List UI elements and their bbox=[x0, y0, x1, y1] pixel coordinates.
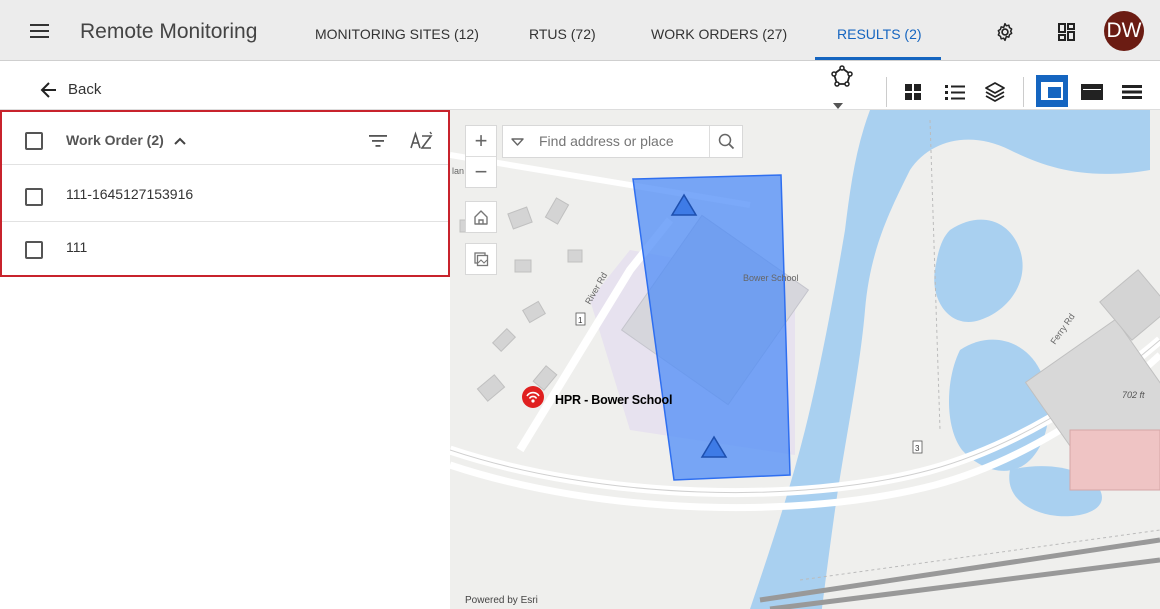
gear-icon[interactable] bbox=[995, 22, 1015, 42]
list-item-label: 111-1645127153916 bbox=[66, 186, 194, 202]
search-button[interactable] bbox=[709, 126, 743, 157]
filter-icon[interactable] bbox=[368, 134, 388, 148]
chevron-up-icon[interactable] bbox=[173, 137, 186, 146]
list-item[interactable]: 111 bbox=[2, 222, 448, 274]
map-layout-icon[interactable] bbox=[1081, 84, 1103, 100]
active-tab-indicator bbox=[815, 57, 941, 60]
grid-view-icon[interactable] bbox=[904, 83, 922, 101]
list-view-icon[interactable] bbox=[944, 83, 966, 101]
toolbar-divider bbox=[1023, 77, 1024, 107]
basemap-gallery-button[interactable] bbox=[465, 243, 497, 275]
app-header: Remote Monitoring MONITORING SITES (12) … bbox=[0, 0, 1160, 61]
site-marker-label[interactable]: HPR - Bower School bbox=[555, 393, 672, 407]
row-checkbox[interactable] bbox=[25, 241, 43, 259]
layers-icon[interactable] bbox=[984, 81, 1006, 103]
draw-polygon-icon[interactable] bbox=[830, 65, 854, 89]
table-layout-icon[interactable] bbox=[1121, 84, 1143, 100]
list-header: Work Order (2) bbox=[2, 112, 448, 165]
site-marker bbox=[522, 386, 544, 408]
dashboard-icon[interactable] bbox=[1057, 22, 1077, 42]
list-header-label: Work Order (2) bbox=[66, 132, 164, 148]
basemap: Bower School River Rd Ferry Rd 702 ft 1 … bbox=[450, 110, 1160, 609]
search-icon bbox=[718, 133, 735, 150]
row-checkbox[interactable] bbox=[25, 188, 43, 206]
results-panel: Work Order (2) 111-1645127153916 111 bbox=[0, 110, 450, 609]
zoom-out-button[interactable]: − bbox=[466, 157, 496, 187]
map-label-elevation: 702 ft bbox=[1122, 390, 1145, 400]
app-title: Remote Monitoring bbox=[80, 20, 258, 43]
back-label: Back bbox=[68, 81, 102, 98]
sort-az-icon[interactable] bbox=[410, 131, 434, 151]
zoom-in-button[interactable]: + bbox=[466, 126, 496, 157]
split-layout-button[interactable] bbox=[1036, 75, 1068, 107]
work-order-list: Work Order (2) 111-1645127153916 111 bbox=[0, 110, 450, 277]
select-all-checkbox[interactable] bbox=[25, 132, 43, 150]
map-label-route-3: 3 bbox=[915, 444, 920, 453]
map-label-school: Bower School bbox=[743, 273, 799, 283]
tab-work-orders[interactable]: WORK ORDERS (27) bbox=[651, 26, 787, 42]
home-icon bbox=[474, 210, 488, 225]
toolbar: Back bbox=[0, 61, 1160, 110]
basemap-gallery-icon bbox=[474, 252, 489, 267]
map-attribution: Powered by Esri bbox=[465, 595, 538, 606]
dropdown-caret-icon[interactable] bbox=[833, 103, 843, 109]
tab-monitoring-sites[interactable]: MONITORING SITES (12) bbox=[315, 26, 479, 42]
split-layout-icon bbox=[1041, 82, 1063, 100]
search-input[interactable] bbox=[539, 132, 701, 150]
arrow-left-icon bbox=[40, 82, 56, 98]
menu-icon[interactable] bbox=[30, 24, 49, 38]
list-item-label: 111 bbox=[66, 239, 88, 255]
search-source-dropdown-icon[interactable] bbox=[503, 126, 531, 157]
toolbar-divider bbox=[886, 77, 887, 107]
map-label-lane: lan bbox=[452, 166, 464, 176]
tab-results[interactable]: RESULTS (2) bbox=[837, 26, 922, 42]
zoom-control: + − bbox=[465, 125, 497, 188]
map-label-route-1: 1 bbox=[578, 316, 583, 325]
map-search bbox=[502, 125, 743, 158]
back-button[interactable]: Back bbox=[40, 81, 101, 99]
list-item[interactable]: 111-1645127153916 bbox=[2, 169, 448, 222]
avatar[interactable]: DW bbox=[1104, 11, 1144, 51]
home-button[interactable] bbox=[465, 201, 497, 233]
map-view[interactable]: Bower School River Rd Ferry Rd 702 ft 1 … bbox=[450, 110, 1160, 609]
tab-rtus[interactable]: RTUS (72) bbox=[529, 26, 596, 42]
